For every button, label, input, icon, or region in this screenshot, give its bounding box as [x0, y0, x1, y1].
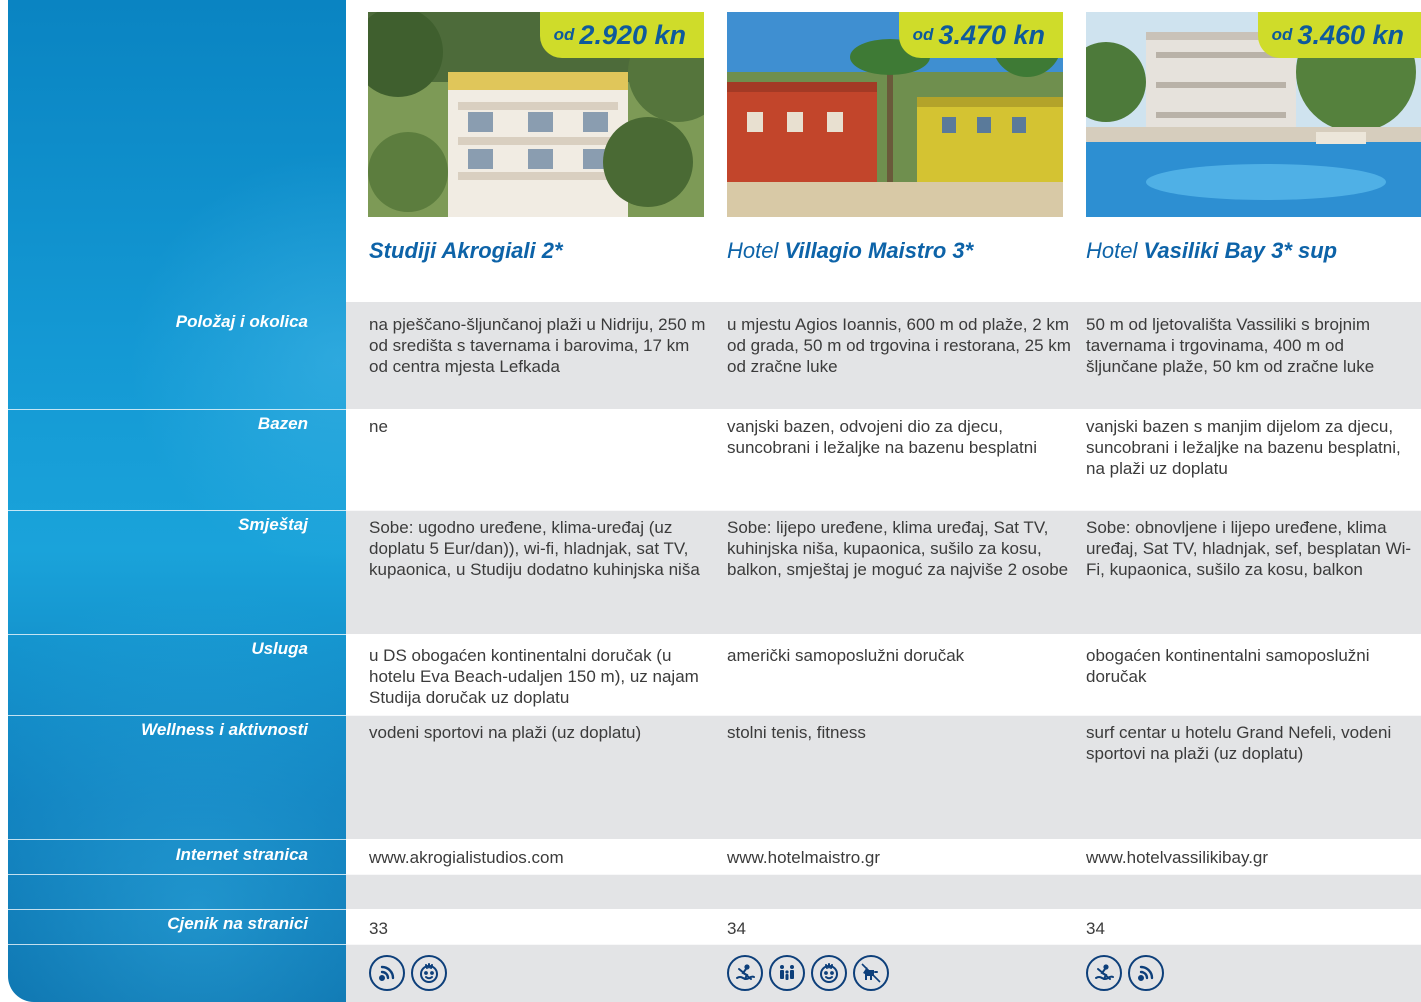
price-amount: 2.920 kn: [579, 19, 686, 50]
label-smjestaj: Smještaj: [238, 515, 308, 534]
amenity-icons: [727, 955, 889, 991]
cell-internet: www.hotelvassilikibay.gr: [1086, 848, 1269, 867]
wifi-icon: [369, 955, 405, 991]
cell-bazen: vanjski bazen s manjim dijelom za djecu,…: [1086, 417, 1401, 478]
hotel-name-text: Villagio Maistro 3*: [784, 238, 974, 263]
cell-smjestaj: Sobe: obnovljene i lijepo uređene, klima…: [1086, 518, 1412, 579]
cell-usluga: američki samoposlužni doručak: [727, 646, 965, 665]
cell-internet: www.hotelmaistro.gr: [727, 848, 881, 867]
price-amount: 3.470 kn: [938, 19, 1045, 50]
price-tag: od 2.920 kn: [539, 12, 704, 58]
label-bazen: Bazen: [257, 414, 308, 433]
cell-smjestaj: Sobe: lijepo uređene, klima uređaj, Sat …: [727, 518, 1069, 579]
amenity-icons: [1086, 955, 1164, 991]
label-usluga: Usluga: [251, 639, 308, 658]
hotel-photo: od 3.460 kn: [1086, 12, 1421, 217]
row-divider: [8, 634, 1421, 635]
water-sports-icon: [1086, 955, 1122, 991]
cell-bazen: vanjski bazen, odvojeni dio za djecu, su…: [727, 417, 1037, 457]
amenity-icons: [369, 955, 447, 991]
cell-smjestaj: Sobe: ugodno uređene, klima-uređaj (uz d…: [369, 518, 700, 579]
hotel-name: Hotel Villagio Maistro 3*: [727, 238, 1072, 264]
hotel-name: Hotel Vasiliki Bay 3* sup: [1086, 238, 1416, 264]
hotel-photo: od 3.470 kn: [727, 12, 1063, 217]
cell-polozaj: 50 m od ljetovališta Vassiliki s brojnim…: [1086, 315, 1375, 376]
row-divider: [8, 874, 1421, 875]
cell-bazen: ne: [369, 417, 388, 436]
cell-internet: www.akrogialistudios.com: [369, 848, 564, 867]
row-divider: [8, 510, 1421, 511]
hotel-kind: Hotel: [727, 238, 779, 263]
label-polozaj: Položaj i okolica: [175, 312, 308, 331]
band-empty: [346, 874, 1421, 909]
hotel-name-text: Vasiliki Bay 3* sup: [1143, 238, 1338, 263]
price-prefix: od: [553, 25, 575, 44]
cell-cjenik: 34: [727, 919, 746, 938]
cell-polozaj: u mjestu Agios Ioannis, 600 m od plaže, …: [727, 315, 1071, 376]
label-wellness: Wellness i aktivnosti: [141, 720, 308, 739]
cell-cjenik: 33: [369, 919, 388, 938]
row-divider: [8, 909, 1421, 910]
price-tag: od 3.470 kn: [898, 12, 1063, 58]
child-friendly-icon: [411, 955, 447, 991]
cell-wellness: stolni tenis, fitness: [727, 723, 866, 742]
hotel-kind: Hotel: [1086, 238, 1138, 263]
cell-usluga: obogaćen kontinentalni samoposlužni doru…: [1086, 646, 1370, 686]
price-tag: od 3.460 kn: [1257, 12, 1421, 58]
hotel-name: Studiji Akrogiali 2*: [369, 238, 709, 264]
child-friendly-icon: [811, 955, 847, 991]
cell-usluga: u DS obogaćen kontinentalni doručak (u h…: [369, 646, 699, 707]
price-amount: 3.460 kn: [1297, 19, 1404, 50]
row-divider: [8, 839, 1421, 840]
family-icon: [769, 955, 805, 991]
cell-polozaj: na pješčano-šljunčanoj plaži u Nidriju, …: [369, 315, 706, 376]
price-prefix: od: [1271, 25, 1293, 44]
row-divider: [8, 409, 1421, 410]
label-internet: Internet stranica: [175, 845, 308, 864]
water-sports-icon: [727, 955, 763, 991]
pet-friendly-icon: [853, 955, 889, 991]
cell-cjenik: 34: [1086, 919, 1105, 938]
cell-wellness: vodeni sportovi na plaži (uz doplatu): [369, 723, 642, 742]
price-prefix: od: [912, 25, 934, 44]
cell-wellness: surf centar u hotelu Grand Nefeli, voden…: [1086, 723, 1392, 763]
hotel-photo: od 2.920 kn: [368, 12, 704, 217]
wifi-icon: [1128, 955, 1164, 991]
hotel-name-text: Studiji Akrogiali 2*: [369, 238, 563, 263]
row-divider: [8, 944, 1421, 945]
label-cjenik: Cjenik na stranici: [167, 914, 308, 933]
row-divider: [8, 715, 1421, 716]
